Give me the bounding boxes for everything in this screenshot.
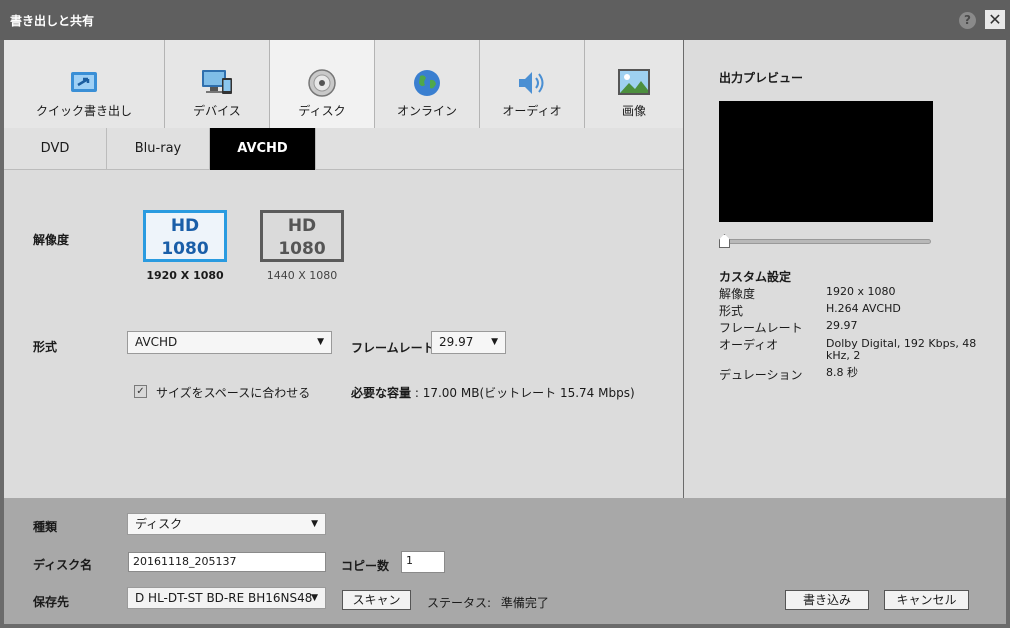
- device-icon: [202, 70, 232, 94]
- preview-title: 出力プレビュー: [719, 71, 804, 85]
- globe-icon: [414, 70, 440, 96]
- format-select[interactable]: AVCHD ▼: [127, 331, 332, 354]
- setting-value: H.264 AVCHD: [826, 302, 901, 315]
- tab-device[interactable]: デバイス: [165, 40, 270, 128]
- fit-to-space-label: サイズをスペースに合わせる: [156, 386, 311, 400]
- chevron-down-icon: ▼: [317, 337, 324, 347]
- format-label: 形式: [33, 340, 58, 354]
- destination-label: 保存先: [33, 595, 70, 609]
- close-icon[interactable]: ✕: [985, 10, 1005, 29]
- tab-label: オンライン: [396, 104, 457, 118]
- tab-online[interactable]: オンライン: [375, 40, 480, 128]
- resolution-caption: 1440 X 1080: [266, 269, 338, 282]
- preview-screen: [719, 101, 933, 222]
- type-value: ディスク: [135, 517, 183, 531]
- tab-label: 画像: [621, 104, 646, 118]
- help-icon[interactable]: ?: [959, 12, 976, 29]
- setting-value: 29.97: [826, 319, 858, 332]
- tab-label: オーディオ: [502, 104, 562, 118]
- destination-value: D HL-DT-ST BD-RE BH16NS48: [135, 591, 313, 605]
- output-preview-panel: 出力プレビュー カスタム設定 解像度 1920 x 1080 形式 H.264 …: [684, 40, 1006, 498]
- setting-value: 8.8 秒: [826, 366, 858, 379]
- resolution-caption: 1920 X 1080: [146, 269, 224, 282]
- chevron-down-icon: ▼: [311, 519, 318, 529]
- res-line2: 1080: [278, 239, 326, 259]
- quick-export-icon: [71, 72, 97, 92]
- disc-icon: [308, 69, 336, 97]
- fit-to-space-checkbox[interactable]: ✓: [134, 385, 147, 398]
- disc-type-tabs: DVD Blu-ray AVCHD: [4, 128, 683, 170]
- chevron-down-icon: ▼: [311, 593, 318, 603]
- subtab-avchd[interactable]: AVCHD: [210, 128, 316, 170]
- category-tabs: クイック書き出し デバイス ディスク オンライン オーディオ 画像: [4, 40, 683, 128]
- preview-seek-track[interactable]: [724, 239, 931, 244]
- res-line1: HD: [287, 216, 317, 236]
- type-label: 種類: [33, 520, 58, 534]
- destination-select[interactable]: D HL-DT-ST BD-RE BH16NS48 ▼: [127, 587, 326, 609]
- required-size-value: : 17.00 MB(ビットレート 15.74 Mbps): [414, 386, 635, 400]
- res-line2: 1080: [161, 239, 209, 259]
- setting-key: フレームレート: [719, 321, 803, 335]
- framerate-select[interactable]: 29.97 ▼: [431, 331, 506, 354]
- status-value: 準備完了: [500, 596, 549, 610]
- disc-name-input[interactable]: 20161118_205137: [128, 552, 326, 572]
- output-options-panel: 種類 ディスク ▼ ディスク名 20161118_205137 コピー数 1 保…: [4, 498, 1006, 624]
- subtab-bluray[interactable]: Blu-ray: [107, 128, 210, 170]
- framerate-value: 29.97: [439, 335, 474, 349]
- speaker-icon: [519, 72, 544, 94]
- custom-settings-title: カスタム設定: [719, 270, 792, 284]
- tab-label: デバイス: [193, 104, 241, 118]
- setting-key: 解像度: [719, 287, 756, 301]
- subtab-dvd[interactable]: DVD: [4, 128, 107, 170]
- tab-audio[interactable]: オーディオ: [480, 40, 585, 128]
- setting-key: 形式: [719, 304, 744, 318]
- required-size-label: 必要な容量: [351, 386, 412, 400]
- disc-name-label: ディスク名: [33, 558, 93, 572]
- tab-image[interactable]: 画像: [585, 40, 683, 128]
- tab-label: クイック書き出し: [35, 104, 132, 118]
- resolution-label: 解像度: [33, 233, 70, 247]
- copies-label: コピー数: [341, 559, 390, 573]
- setting-value: 1920 x 1080: [826, 285, 896, 298]
- write-button[interactable]: 書き込み: [785, 590, 869, 610]
- tab-disc[interactable]: ディスク: [270, 40, 375, 128]
- image-icon: [618, 69, 650, 95]
- preview-seek-handle[interactable]: [719, 234, 730, 248]
- resolution-option-1920[interactable]: HD 1080: [143, 210, 227, 262]
- cancel-button[interactable]: キャンセル: [884, 590, 969, 610]
- resolution-option-1440[interactable]: HD 1080: [260, 210, 344, 262]
- status-label: ステータス:: [427, 596, 492, 610]
- tab-label: ディスク: [298, 104, 346, 118]
- format-value: AVCHD: [135, 335, 178, 349]
- setting-key: オーディオ: [719, 338, 779, 352]
- setting-key: デュレーション: [719, 368, 803, 382]
- tab-quick-export[interactable]: クイック書き出し: [4, 40, 165, 128]
- scan-button[interactable]: スキャン: [342, 590, 411, 610]
- res-line1: HD: [170, 216, 200, 236]
- setting-value: Dolby Digital, 192 Kbps, 48 kHz, 2: [826, 337, 977, 362]
- chevron-down-icon: ▼: [491, 337, 498, 347]
- main-panel: クイック書き出し デバイス ディスク オンライン オーディオ 画像 DVD Bl…: [4, 40, 683, 498]
- title-bar: 書き出しと共有 ? ✕: [0, 0, 1010, 40]
- copies-input[interactable]: 1: [401, 551, 445, 573]
- type-select[interactable]: ディスク ▼: [127, 513, 326, 535]
- framerate-label: フレームレート: [351, 341, 435, 355]
- window-title: 書き出しと共有: [10, 14, 95, 28]
